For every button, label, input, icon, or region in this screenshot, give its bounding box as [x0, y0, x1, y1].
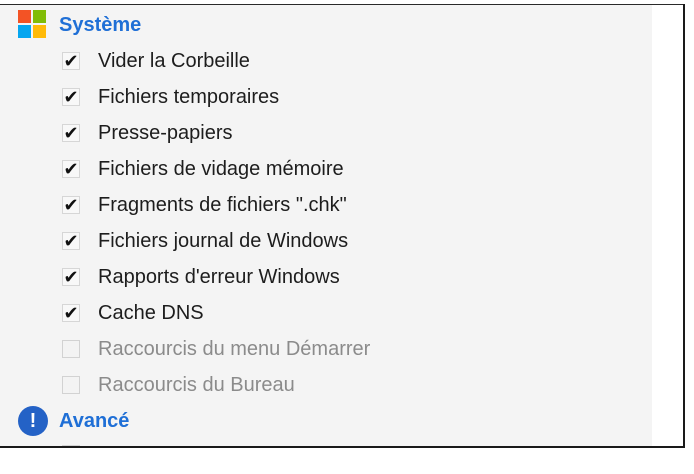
system-item-rapports-erreur[interactable]: ✔ Rapports d'erreur Windows	[62, 263, 340, 291]
label-vidage-memoire: Fichiers de vidage mémoire	[98, 157, 344, 180]
windows-logo-yellow-tile	[33, 25, 46, 38]
label-presse-papiers: Presse-papiers	[98, 121, 233, 144]
system-item-presse-papiers[interactable]: ✔ Presse-papiers	[62, 119, 233, 147]
panel-right-border	[683, 4, 685, 448]
checkbox-vider-corbeille[interactable]: ✔	[62, 52, 80, 70]
checkbox-fichiers-journal[interactable]: ✔	[62, 232, 80, 250]
checkbox-presse-papiers[interactable]: ✔	[62, 124, 80, 142]
label-rapports-erreur: Rapports d'erreur Windows	[98, 265, 340, 288]
system-item-vider-corbeille[interactable]: ✔ Vider la Corbeille	[62, 47, 250, 75]
checkbox-vidage-memoire[interactable]: ✔	[62, 160, 80, 178]
label-fichiers-journal: Fichiers journal de Windows	[98, 229, 349, 252]
cleaner-options-panel: Système ✔ Vider la Corbeille ✔ Fichiers …	[0, 4, 652, 448]
section-header-system[interactable]: Système	[18, 10, 141, 40]
checkbox-rapports-erreur[interactable]: ✔	[62, 268, 80, 286]
checkbox-fragments-chk[interactable]: ✔	[62, 196, 80, 214]
system-item-cache-dns[interactable]: ✔ Cache DNS	[62, 299, 204, 327]
label-fichiers-temporaires: Fichiers temporaires	[98, 85, 280, 108]
panel-bottom-border	[0, 446, 685, 448]
label-cache-dns: Cache DNS	[98, 301, 204, 324]
system-item-fragments-chk[interactable]: ✔ Fragments de fichiers ".chk"	[62, 191, 347, 219]
checkbox-raccourcis-menu-demarrer[interactable]	[62, 340, 80, 358]
label-fragments-chk: Fragments de fichiers ".chk"	[98, 193, 347, 216]
label-raccourcis-menu-demarrer: Raccourcis du menu Démarrer	[98, 337, 371, 360]
screenshot-frame: Système ✔ Vider la Corbeille ✔ Fichiers …	[0, 0, 694, 474]
windows-logo-red-tile	[18, 10, 31, 23]
windows-logo-green-tile	[33, 10, 46, 23]
windows-logo-icon	[18, 10, 48, 40]
panel-top-border	[0, 4, 685, 5]
checkbox-raccourcis-bureau[interactable]	[62, 376, 80, 394]
system-item-raccourcis-bureau[interactable]: Raccourcis du Bureau	[62, 371, 295, 399]
checkbox-cache-dns[interactable]: ✔	[62, 304, 80, 322]
advanced-section-title: Avancé	[59, 409, 130, 432]
label-raccourcis-bureau: Raccourcis du Bureau	[98, 373, 295, 396]
label-vider-corbeille: Vider la Corbeille	[98, 49, 250, 72]
system-item-raccourcis-menu-demarrer[interactable]: Raccourcis du menu Démarrer	[62, 335, 370, 363]
windows-logo-blue-tile	[18, 25, 31, 38]
checkbox-fichiers-temporaires[interactable]: ✔	[62, 88, 80, 106]
system-item-fichiers-temporaires[interactable]: ✔ Fichiers temporaires	[62, 83, 279, 111]
system-item-vidage-memoire[interactable]: ✔ Fichiers de vidage mémoire	[62, 155, 344, 183]
exclamation-icon: !	[18, 406, 48, 436]
system-section-title: Système	[59, 13, 142, 36]
system-item-fichiers-journal[interactable]: ✔ Fichiers journal de Windows	[62, 227, 348, 255]
section-header-advanced[interactable]: ! Avancé	[18, 406, 129, 436]
